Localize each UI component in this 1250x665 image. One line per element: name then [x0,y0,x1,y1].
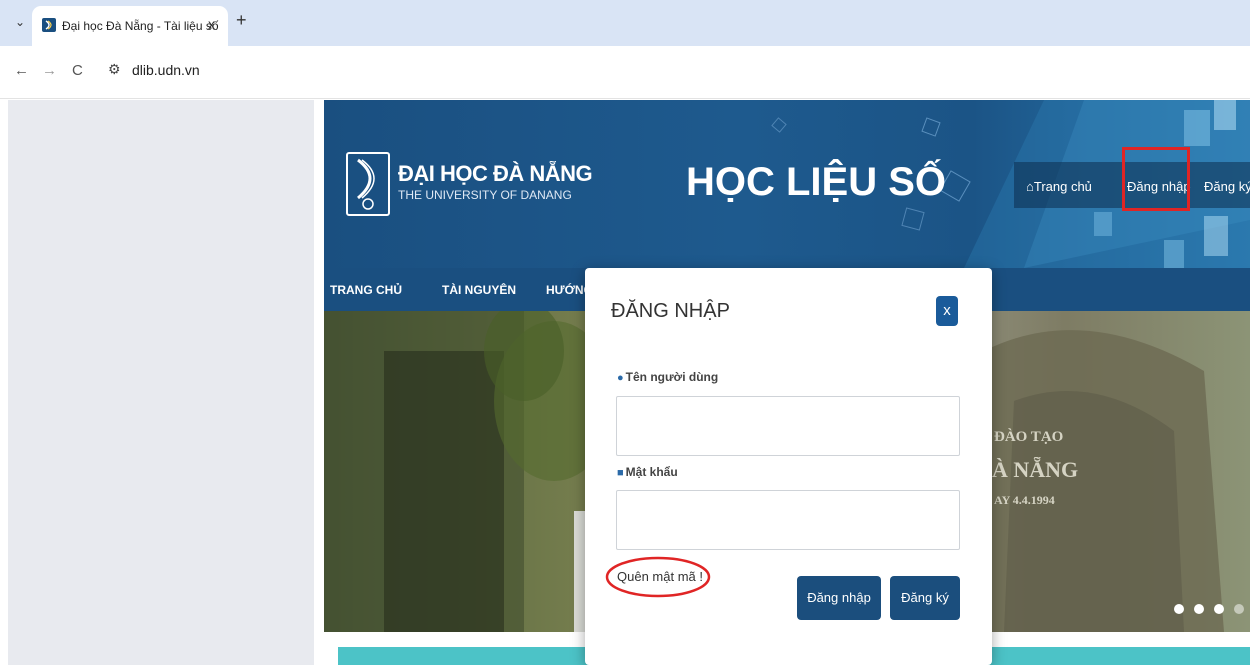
stone-inscription-line-1: ĐÀO TẠO [994,429,1064,445]
university-name: ĐẠI HỌC ĐÀ NẴNG [398,161,593,186]
lock-icon: ■ [617,467,624,479]
user-icon: ● [617,372,624,384]
site-favicon-icon [42,18,56,32]
header-link-register[interactable]: Đăng ký [1204,179,1250,194]
university-subtitle: THE UNIVERSITY OF DANANG [398,188,572,202]
site-info-icon[interactable]: ⚙ [108,61,121,78]
username-label-text: Tên người dùng [625,370,719,384]
site-title: HỌC LIỆU SỐ [686,160,947,204]
university-logo[interactable] [346,152,390,216]
header-link-home-label: Trang chủ [1033,179,1092,194]
back-arrow-icon[interactable]: ← [14,62,29,79]
tab-close-icon[interactable]: x [208,16,215,32]
modal-title: ĐĂNG NHẬP [611,300,730,322]
tab-search-menu-icon[interactable]: ⌄ [10,12,30,32]
password-input[interactable] [616,490,960,550]
login-modal: ĐĂNG NHẬP x ● Tên người dùng ■ Mật khẩu Qu… [585,268,992,665]
password-label: ■ Mật khẩu [617,465,678,479]
slider-dot-3[interactable] [1214,604,1224,614]
page-side-margin [8,100,314,665]
nav-item-resources[interactable]: TÀI NGUYÊN [442,283,516,297]
url-text[interactable]: dlib.udn.vn [132,62,200,78]
university-logo-icon [357,158,375,210]
browser-tab[interactable]: Đại học Đà Nẵng - Tài liệu số x [32,6,228,46]
tab-title: Đại học Đà Nẵng - Tài liệu số [62,19,219,33]
header-link-home[interactable]: ⌂Trang chủ [1026,179,1092,194]
header-banner: ĐẠI HỌC ĐÀ NẴNG THE UNIVERSITY OF DANANG… [324,100,1250,268]
reload-icon[interactable]: C [72,62,83,79]
slider-dot-4[interactable] [1234,604,1244,614]
home-icon: ⌂ [1026,179,1034,194]
nav-item-home[interactable]: TRANG CHỦ [330,283,402,297]
stone-inscription-line-3: AY 4.4.1994 [994,493,1055,507]
login-highlight-annotation [1122,147,1190,211]
register-button[interactable]: Đăng ký [890,576,960,620]
password-label-text: Mật khẩu [625,465,678,479]
forward-arrow-icon[interactable]: → [42,62,57,79]
slider-dot-2[interactable] [1194,604,1204,614]
browser-tab-bar: ⌄ Đại học Đà Nẵng - Tài liệu số x + [0,0,1250,46]
stone-inscription-line-2: À NẴNG [992,457,1079,482]
modal-close-button[interactable]: x [936,296,958,326]
browser-address-bar: ← → C ⚙ dlib.udn.vn [0,46,1250,99]
new-tab-button[interactable]: + [236,10,247,31]
login-button[interactable]: Đăng nhập [797,576,881,620]
slider-dot-1[interactable] [1174,604,1184,614]
username-input[interactable] [616,396,960,456]
username-label: ● Tên người dùng [617,370,718,384]
forgot-password-annotation-ring [605,556,711,598]
